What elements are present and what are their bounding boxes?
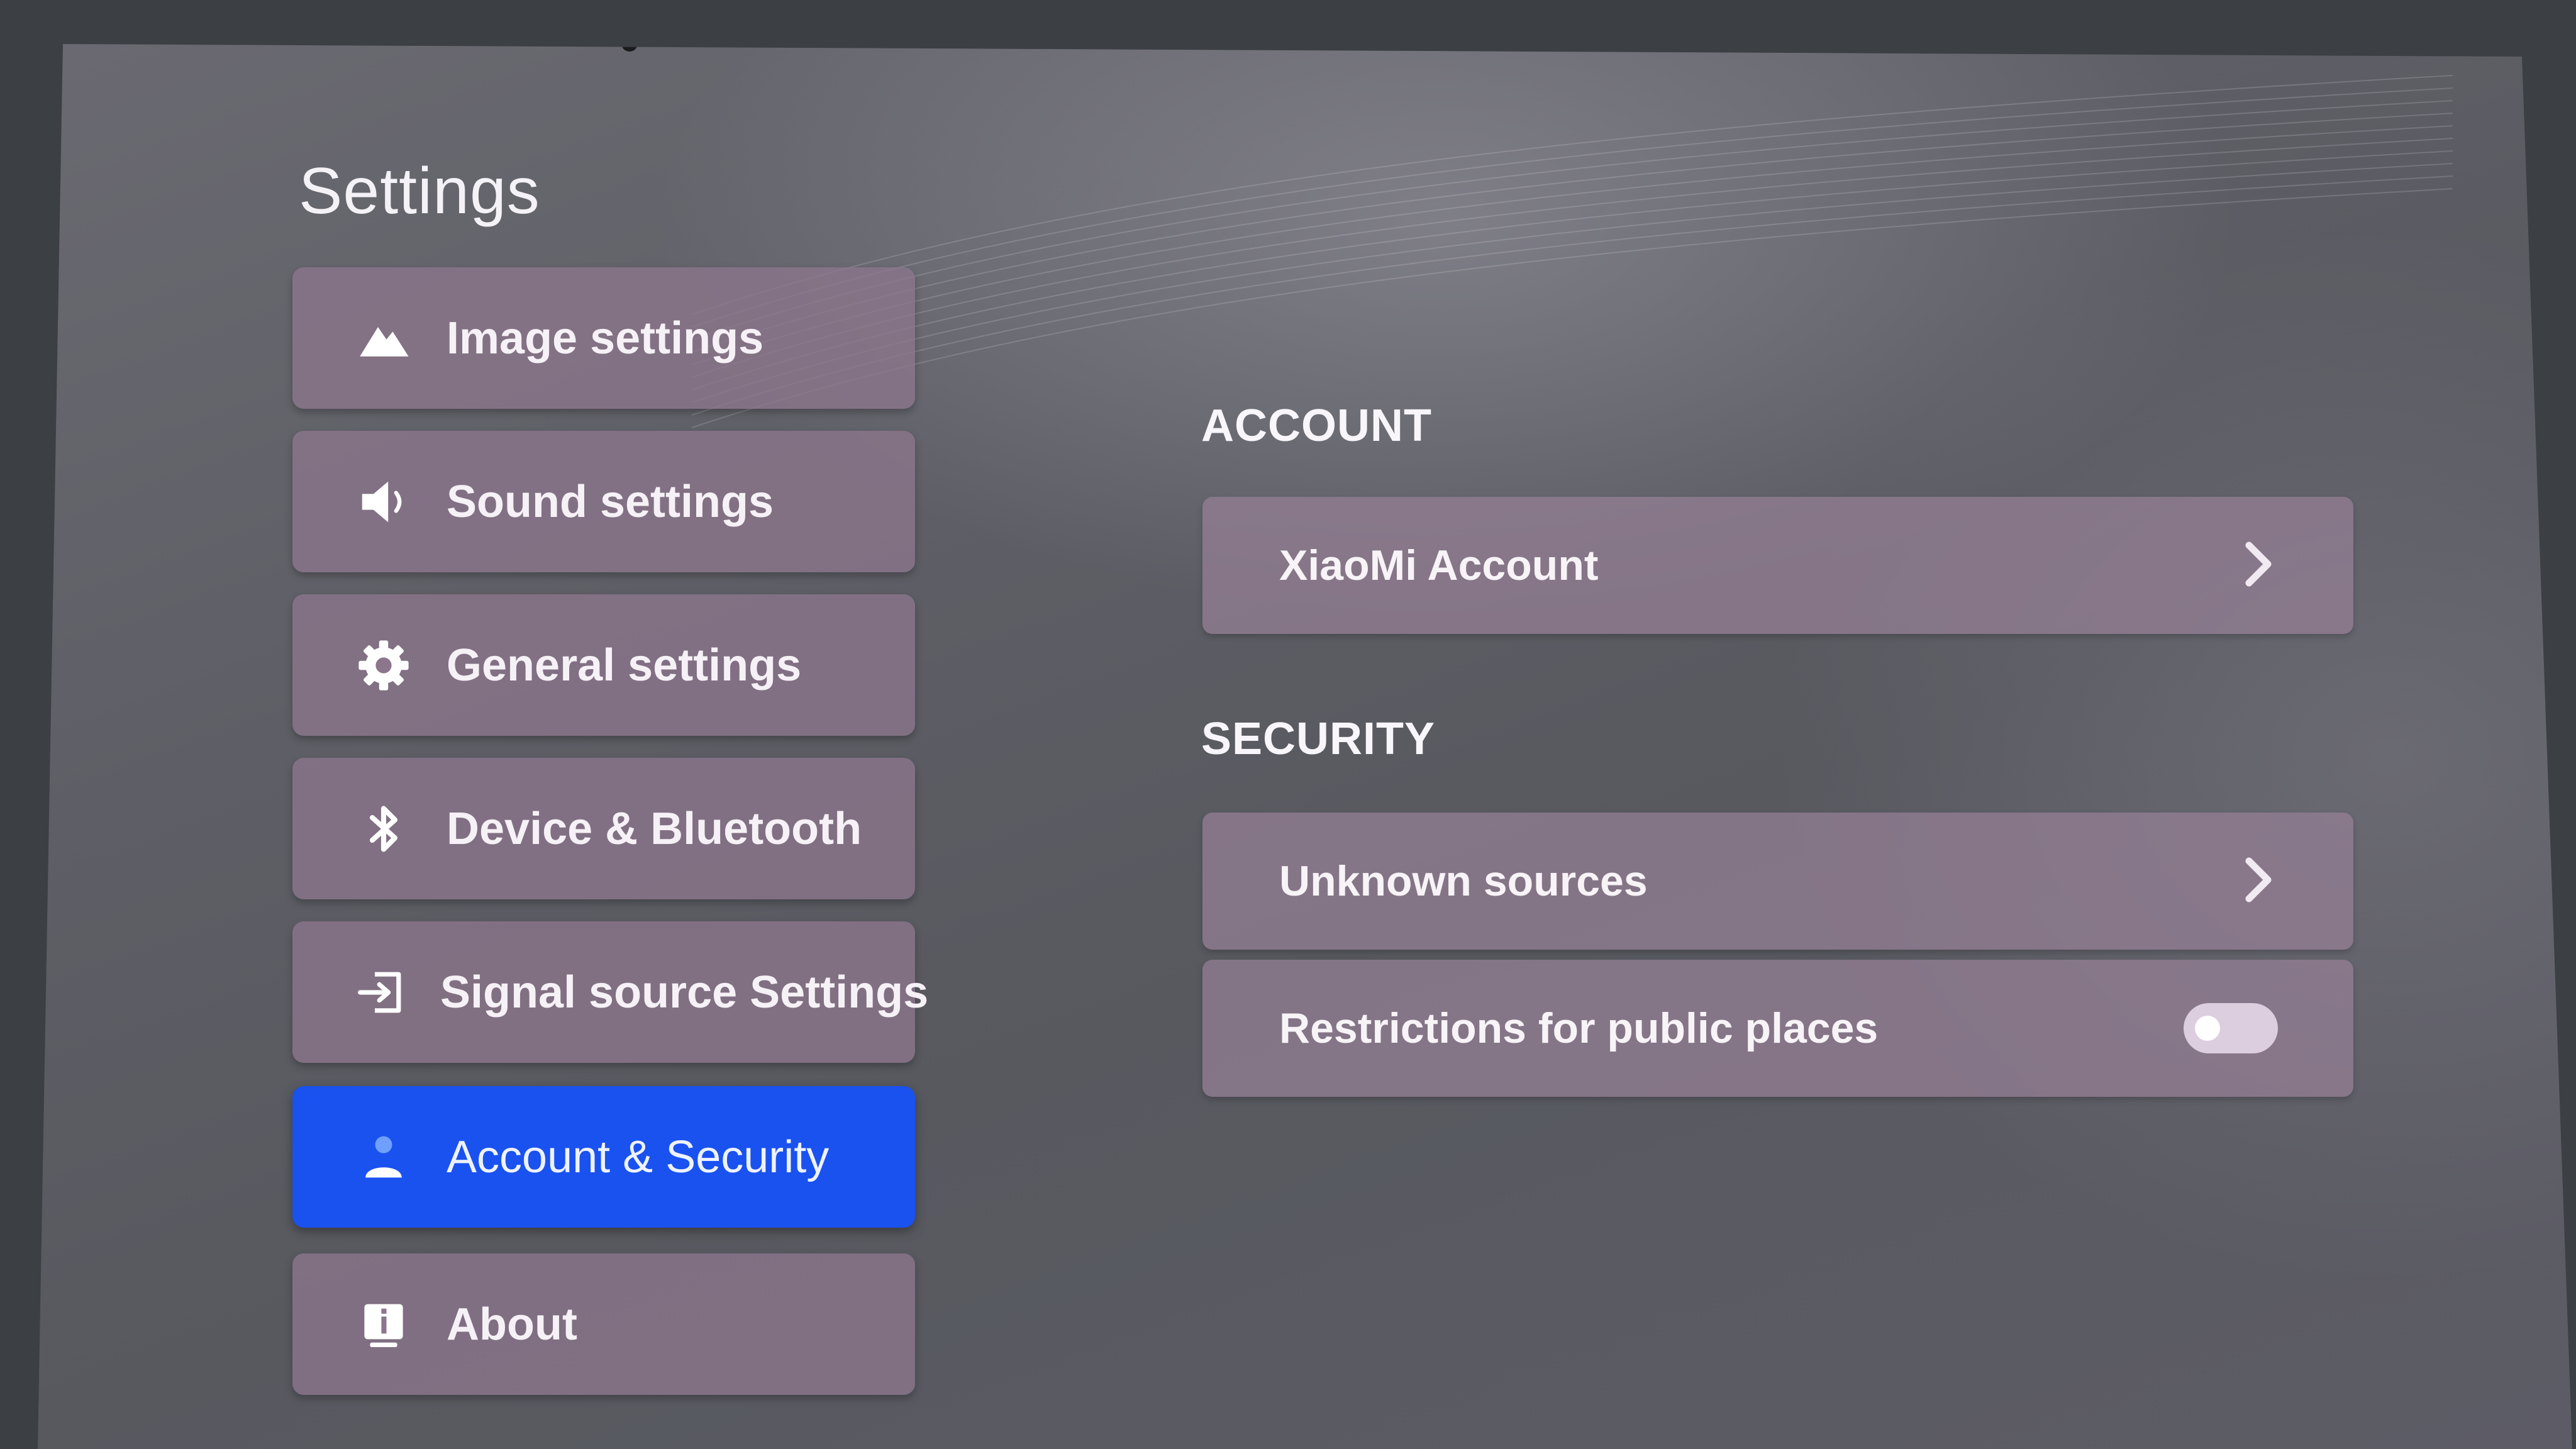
sidebar-item-label: Image settings: [447, 313, 764, 364]
security-section-heading: SECURITY: [1201, 714, 1436, 764]
row-label: XiaoMi Account: [1279, 541, 1599, 589]
sidebar-item-about[interactable]: About: [292, 1253, 915, 1395]
sidebar-item-account-security[interactable]: Account & Security: [292, 1086, 915, 1228]
projector-lens-dot: [621, 44, 638, 52]
person-icon: [352, 1126, 415, 1189]
public-places-toggle[interactable]: [2184, 1003, 2278, 1053]
restrictions-public-places-row[interactable]: Restrictions for public places: [1202, 960, 2353, 1097]
sidebar-item-device-bluetooth[interactable]: Device & Bluetooth: [292, 758, 915, 899]
speaker-icon: [352, 470, 415, 533]
sidebar-item-label: Device & Bluetooth: [447, 803, 862, 854]
sidebar-item-general-settings[interactable]: General settings: [292, 594, 915, 736]
info-icon: [352, 1293, 415, 1356]
sidebar-item-sound-settings[interactable]: Sound settings: [292, 431, 915, 572]
xiaomi-account-row[interactable]: XiaoMi Account: [1202, 497, 2353, 634]
account-section-heading: ACCOUNT: [1201, 401, 1432, 451]
gear-icon: [352, 634, 415, 697]
sidebar-item-label: Account & Security: [447, 1131, 830, 1182]
sidebar-item-label: Sound settings: [447, 476, 774, 527]
sidebar-item-image-settings[interactable]: Image settings: [292, 267, 915, 409]
chevron-right-icon: [2240, 855, 2278, 908]
sidebar-item-label: General settings: [447, 640, 802, 691]
image-mountain-icon: [352, 307, 415, 370]
chevron-right-icon: [2240, 539, 2278, 592]
sidebar-item-label: About: [447, 1299, 577, 1350]
unknown-sources-row[interactable]: Unknown sources: [1202, 813, 2353, 950]
sidebar-item-signal-source-settings[interactable]: Signal source Settings: [292, 921, 928, 1063]
bluetooth-icon: [352, 797, 415, 860]
page-title: Settings: [299, 155, 540, 228]
row-label: Restrictions for public places: [1279, 1004, 1879, 1052]
toggle-knob: [2195, 1016, 2220, 1041]
background-wave-pattern: [692, 75, 2453, 428]
sidebar-item-label: Signal source Settings: [440, 967, 929, 1018]
input-source-icon: [352, 961, 409, 1024]
settings-screen: Settings Image settings Sound settings G…: [38, 44, 2572, 1449]
row-label: Unknown sources: [1279, 857, 1648, 905]
